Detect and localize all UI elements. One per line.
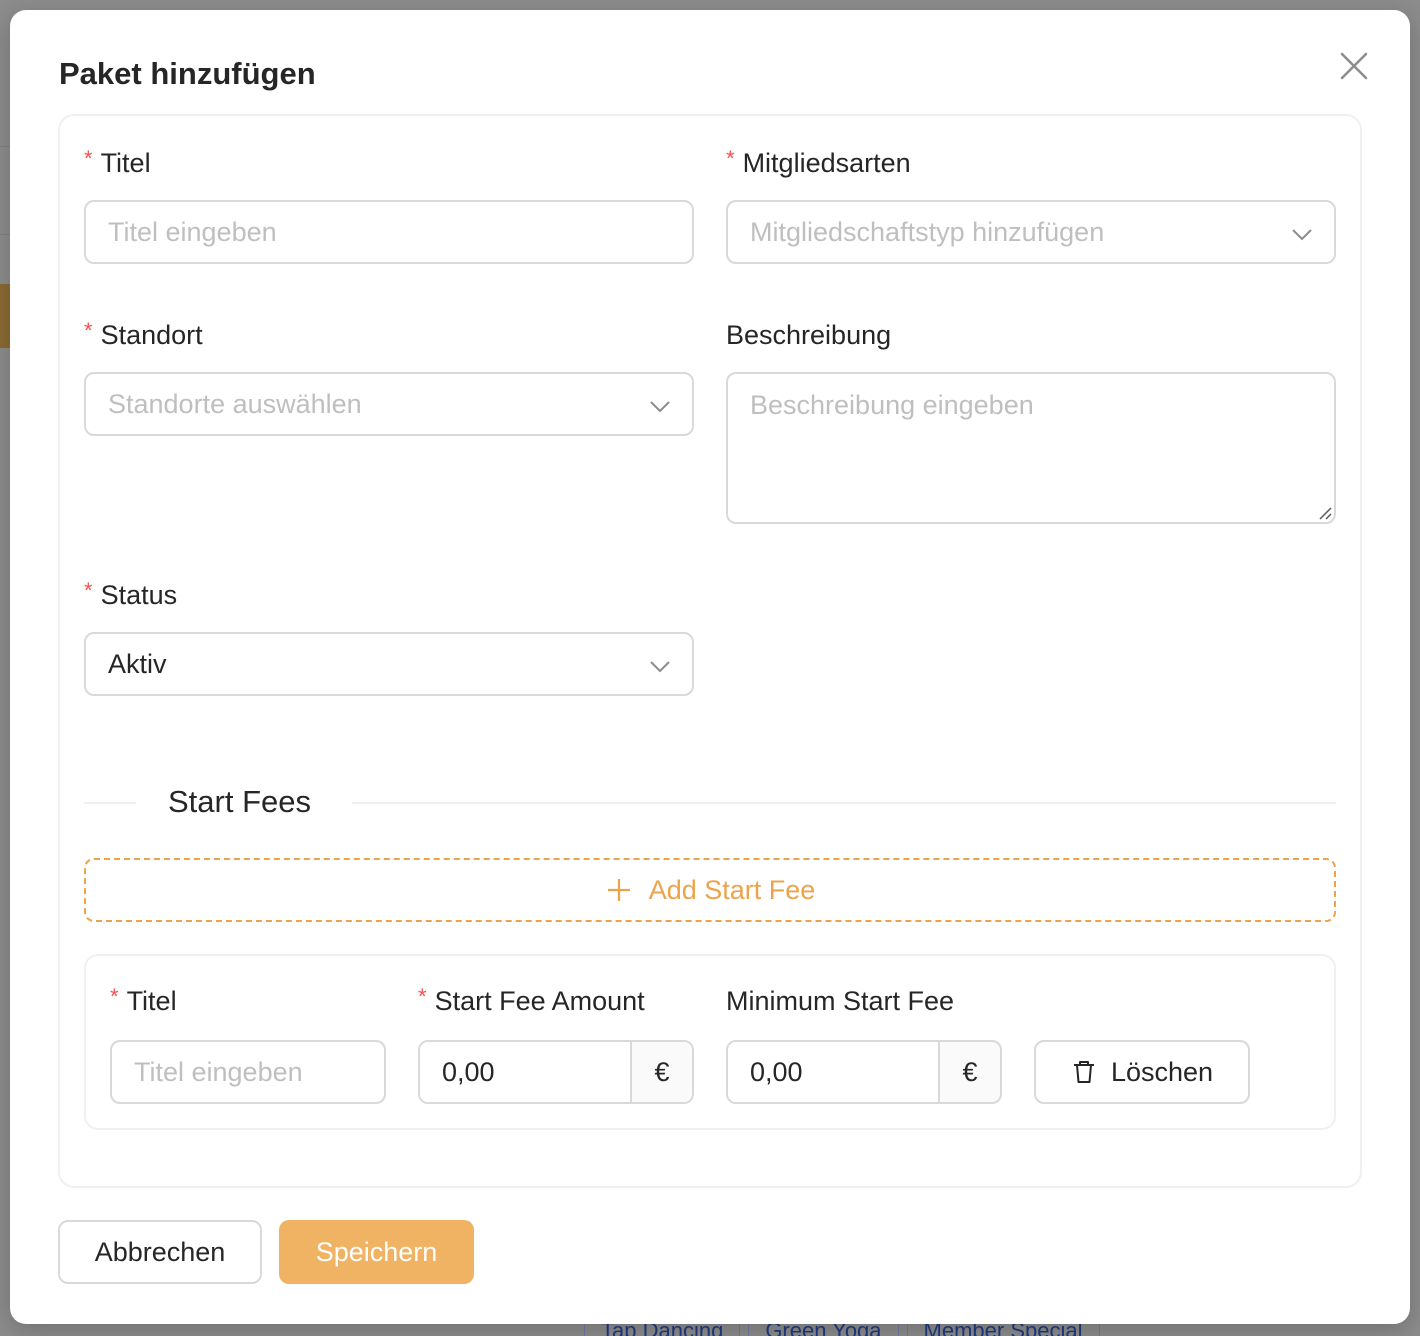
currency-addon: €	[630, 1042, 692, 1102]
add-package-modal: Paket hinzufügen * Titel * Mitgliedsarten …	[10, 10, 1410, 1324]
cancel-button[interactable]: Abbrechen	[58, 1220, 262, 1284]
chevron-down-icon	[648, 394, 672, 418]
status-select[interactable]: Aktiv	[84, 632, 694, 696]
minimum-fee-label: Minimum Start Fee	[726, 986, 955, 1016]
location-select[interactable]: Standorte auswählen	[84, 372, 694, 436]
divider-line	[352, 802, 1336, 804]
location-label-text: Standort	[100, 320, 203, 350]
title-input[interactable]	[108, 216, 670, 248]
currency-addon: €	[938, 1042, 1000, 1102]
fee-title-label-text: Titel	[126, 986, 177, 1016]
required-mark: *	[84, 146, 93, 171]
save-button[interactable]: Speichern	[279, 1220, 474, 1284]
required-mark: *	[726, 146, 735, 171]
chevron-down-icon	[648, 654, 672, 678]
add-start-fee-button[interactable]: Add Start Fee	[84, 858, 1336, 922]
title-input-wrapper	[84, 200, 694, 264]
status-label-text: Status	[100, 580, 178, 610]
background-search-button	[0, 284, 10, 348]
description-wrapper	[726, 372, 1336, 524]
start-fees-heading: Start Fees	[168, 784, 311, 819]
fee-amount-label: * Start Fee Amount	[418, 984, 645, 1017]
membership-types-label-text: Mitgliedsarten	[742, 148, 911, 178]
minimum-fee-wrapper: €	[726, 1040, 1002, 1104]
status-value: Aktiv	[108, 648, 167, 679]
minimum-fee-input[interactable]	[728, 1042, 938, 1102]
fee-title-wrapper	[110, 1040, 386, 1104]
fee-amount-input[interactable]	[420, 1042, 630, 1102]
title-label: * Titel	[84, 146, 151, 179]
add-start-fee-label: Add Start Fee	[648, 874, 816, 905]
delete-label: Löschen	[1110, 1056, 1214, 1087]
location-placeholder: Standorte auswählen	[108, 388, 362, 419]
modal-title: Paket hinzufügen	[59, 56, 316, 91]
fee-title-input[interactable]	[134, 1056, 362, 1088]
background-divider	[0, 146, 10, 147]
title-label-text: Titel	[100, 148, 151, 178]
resize-handle-icon[interactable]	[1316, 504, 1332, 520]
description-label: Beschreibung	[726, 320, 892, 350]
fee-title-label: * Titel	[110, 984, 177, 1017]
membership-types-label: * Mitgliedsarten	[726, 146, 911, 179]
delete-start-fee-button[interactable]: Löschen	[1034, 1040, 1250, 1104]
plus-icon	[607, 879, 630, 901]
membership-types-placeholder: Mitgliedschaftstyp hinzufügen	[750, 216, 1105, 247]
close-icon	[1340, 52, 1368, 80]
required-mark: *	[84, 318, 93, 343]
location-label: * Standort	[84, 318, 203, 351]
trash-icon	[1073, 1061, 1094, 1083]
fee-amount-label-text: Start Fee Amount	[434, 986, 645, 1016]
required-mark: *	[110, 984, 119, 1009]
fee-amount-wrapper: €	[418, 1040, 694, 1104]
close-button[interactable]	[1336, 48, 1372, 84]
description-textarea[interactable]	[728, 374, 1334, 522]
chevron-down-icon	[1290, 222, 1314, 246]
membership-types-select[interactable]: Mitgliedschaftstyp hinzufügen	[726, 200, 1336, 264]
start-fee-item: * Titel * Start Fee Amount € Minimum Start…	[84, 954, 1336, 1130]
required-mark: *	[418, 984, 427, 1009]
background-divider	[0, 234, 10, 235]
package-form: * Titel * Mitgliedsarten Mitgliedschaftsty…	[58, 114, 1362, 1188]
status-label: * Status	[84, 578, 178, 611]
divider-line	[84, 802, 136, 804]
required-mark: *	[84, 578, 93, 603]
